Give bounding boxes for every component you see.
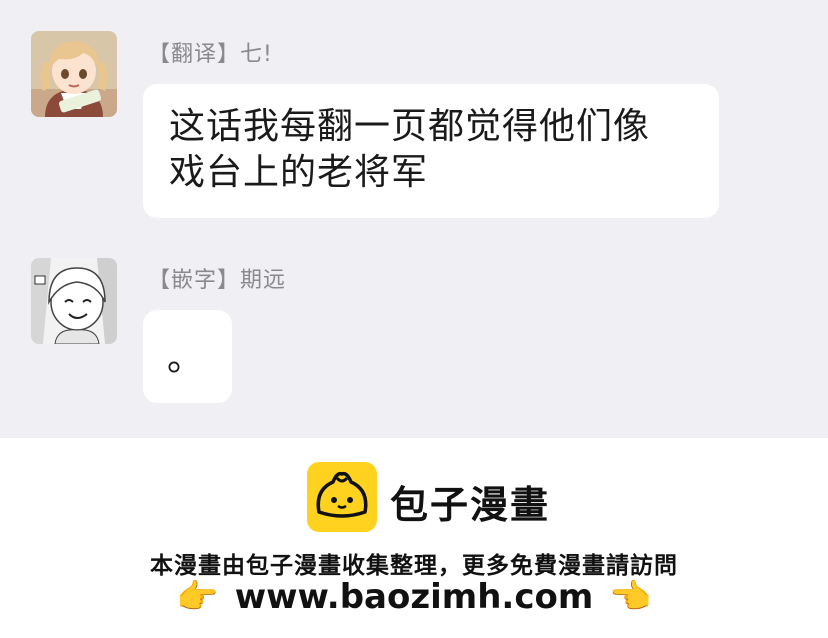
pointing-right-icon: 👉 <box>176 577 219 617</box>
message-line: 戏台上的老将军 <box>169 152 429 193</box>
message-line: 这话我每翻一页都觉得他们像 <box>169 106 651 147</box>
site-url-link[interactable]: www.baozimh.com <box>235 577 594 617</box>
avatar-translator-image <box>31 31 117 117</box>
pointing-left-icon: 👈 <box>609 577 652 617</box>
sender-name: 【翻译】七! <box>148 42 273 67</box>
avatar-translator[interactable] <box>31 31 117 117</box>
bun-logo-glyph <box>316 471 368 518</box>
message-bubble[interactable]: 这话我每翻一页都觉得他们像 戏台上的老将军 <box>143 84 719 218</box>
chat-area: 【翻译】七! 这话我每翻一页都觉得他们像 戏台上的老将军 【嵌字】期远 。 <box>0 0 828 438</box>
bun-logo-icon[interactable] <box>307 462 377 532</box>
message-bubble[interactable]: 。 <box>143 310 232 403</box>
message-line: 。 <box>167 338 205 379</box>
brand-name: 包子漫畫 <box>390 483 551 527</box>
url-row: 👉 www.baozimh.com 👈 <box>0 574 828 620</box>
sender-name: 【嵌字】期远 <box>148 268 287 293</box>
avatar-typesetter-image <box>31 258 117 344</box>
avatar-typesetter[interactable] <box>31 258 117 344</box>
